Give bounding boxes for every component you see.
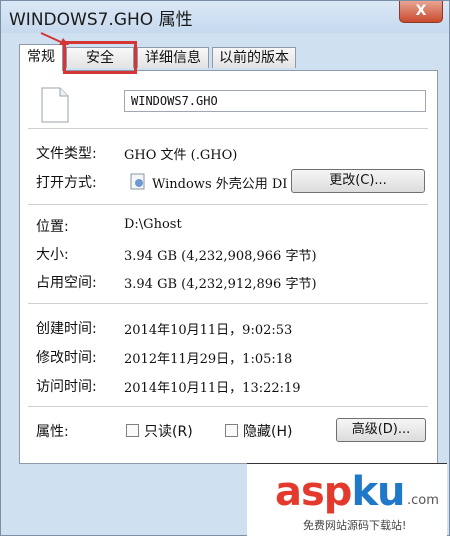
modified-value: 2012年11月29日，1:05:18: [124, 352, 293, 367]
attributes-label: 属性:: [36, 424, 69, 440]
open-with-value: Windows 外壳公用 DI: [152, 177, 288, 192]
watermark-subtitle: 免费网站源码下载站!: [303, 519, 407, 532]
divider: [28, 303, 428, 304]
watermark-logo: aspku: [275, 469, 406, 515]
program-icon: [130, 173, 145, 190]
size-on-disk-label: 占用空间:: [36, 275, 97, 291]
site-watermark: aspku .com 免费网站源码下载站!: [247, 463, 447, 537]
logo-asp: asp: [275, 469, 352, 515]
divider: [28, 128, 428, 129]
tab-general[interactable]: 常规: [19, 44, 63, 71]
size-label: 大小:: [36, 247, 69, 263]
divider: [28, 406, 428, 407]
watermark-domain: .com: [407, 493, 439, 508]
logo-ku: ku: [351, 469, 405, 515]
hidden-checkbox[interactable]: [225, 424, 238, 437]
size-value: 3.94 GB (4,232,908,966 字节): [124, 249, 317, 264]
modified-label: 修改时间:: [36, 350, 97, 366]
tab-details[interactable]: 详细信息: [137, 47, 209, 68]
file-type-label: 文件类型:: [36, 146, 97, 162]
security-tab-highlight: [63, 41, 137, 74]
title-bar[interactable]: WINDOWS7.GHO 属性 X: [1, 1, 449, 33]
change-button[interactable]: 更改(C)...: [291, 169, 425, 193]
tab-previous-versions[interactable]: 以前的版本: [212, 47, 296, 68]
watermark-line: [247, 463, 447, 464]
red-arrow-annotation-icon: [40, 32, 69, 45]
properties-dialog: WINDOWS7.GHO 属性 X 常规 安全 详细信息 以前的版本 WINDO…: [0, 0, 450, 537]
divider: [28, 204, 428, 205]
window-title: WINDOWS7.GHO 属性: [9, 10, 193, 30]
file-icon: [41, 87, 69, 123]
advanced-button[interactable]: 高级(D)...: [336, 418, 426, 442]
close-button[interactable]: X: [399, 1, 443, 23]
close-icon: X: [415, 3, 427, 19]
open-with-label: 打开方式:: [36, 175, 97, 191]
location-value: D:\Ghost: [124, 217, 182, 232]
accessed-label: 访问时间:: [36, 379, 97, 395]
file-name-input[interactable]: WINDOWS7.GHO: [124, 90, 426, 112]
size-on-disk-value: 3.94 GB (4,232,912,896 字节): [124, 277, 317, 292]
readonly-label[interactable]: 只读(R): [144, 421, 193, 441]
created-value: 2014年10月11日，9:02:53: [124, 323, 293, 338]
readonly-checkbox[interactable]: [126, 424, 139, 437]
location-label: 位置:: [36, 219, 69, 235]
hidden-label[interactable]: 隐藏(H): [243, 421, 292, 441]
file-type-value: GHO 文件 (.GHO): [124, 148, 238, 163]
general-tab-panel: WINDOWS7.GHO 文件类型: GHO 文件 (.GHO) 打开方式: W…: [19, 70, 438, 464]
created-label: 创建时间:: [36, 321, 97, 337]
accessed-value: 2014年10月11日，13:22:19: [124, 381, 301, 396]
